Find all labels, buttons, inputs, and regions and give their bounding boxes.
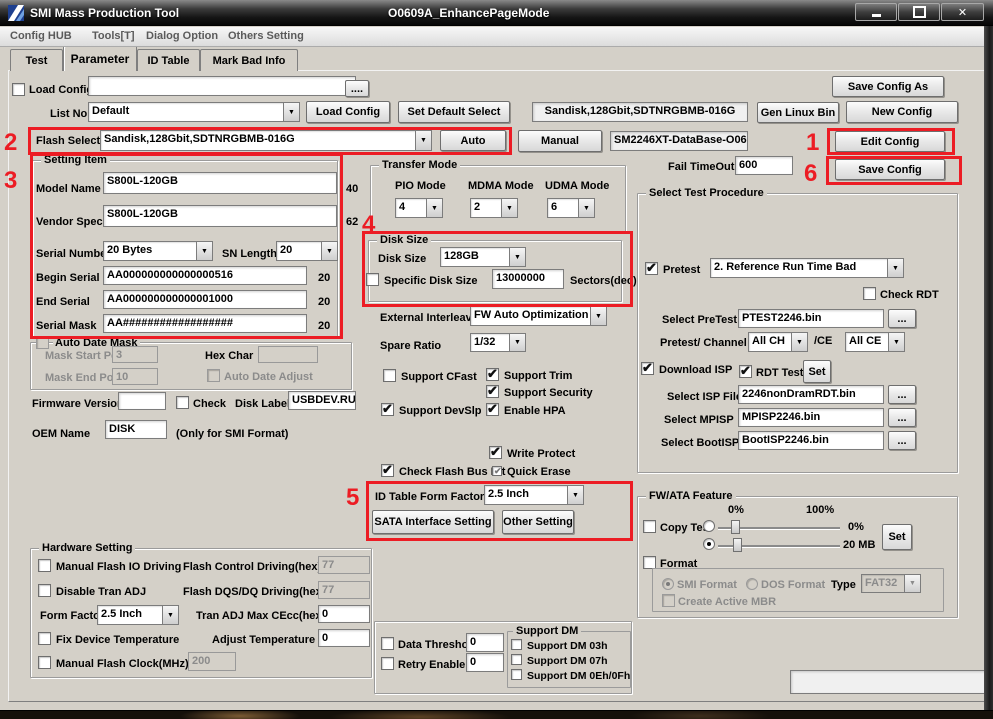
window-center-title: O0609A_EnhancePageMode: [388, 6, 549, 20]
annotation-number-3: 3: [4, 167, 17, 195]
maximize-button[interactable]: [898, 3, 940, 21]
app-window: SMI Mass Production Tool O0609A_EnhanceP…: [0, 0, 993, 719]
title-bar: SMI Mass Production Tool O0609A_EnhanceP…: [0, 0, 993, 26]
annotation-number-2: 2: [4, 129, 17, 157]
close-button[interactable]: [941, 3, 984, 21]
menu-config-hub[interactable]: Config HUB: [10, 30, 72, 42]
menu-dialog-option[interactable]: Dialog Option: [146, 30, 218, 42]
annotation-number-5: 5: [346, 484, 359, 512]
menu-bar: Config HUB Tools[T] Dialog Option Others…: [0, 27, 984, 47]
window-title: SMI Mass Production Tool: [30, 6, 179, 20]
minimize-button[interactable]: [855, 3, 897, 21]
annotation-number-4: 4: [362, 211, 375, 239]
tab-parameter[interactable]: Parameter: [63, 45, 137, 71]
tab-id-table[interactable]: ID Table: [137, 49, 200, 71]
app-icon: [8, 5, 24, 21]
tab-mark-bad-info[interactable]: Mark Bad Info: [200, 49, 298, 71]
menu-others-setting[interactable]: Others Setting: [228, 30, 304, 42]
menu-tools[interactable]: Tools[T]: [92, 30, 135, 42]
annotation-number-6: 6: [804, 160, 817, 188]
annotation-number-1: 1: [806, 129, 819, 157]
window-right-frame: [984, 0, 993, 710]
desktop-background: [0, 710, 993, 719]
tab-test[interactable]: Test: [10, 49, 63, 71]
tab-page: [8, 70, 985, 702]
